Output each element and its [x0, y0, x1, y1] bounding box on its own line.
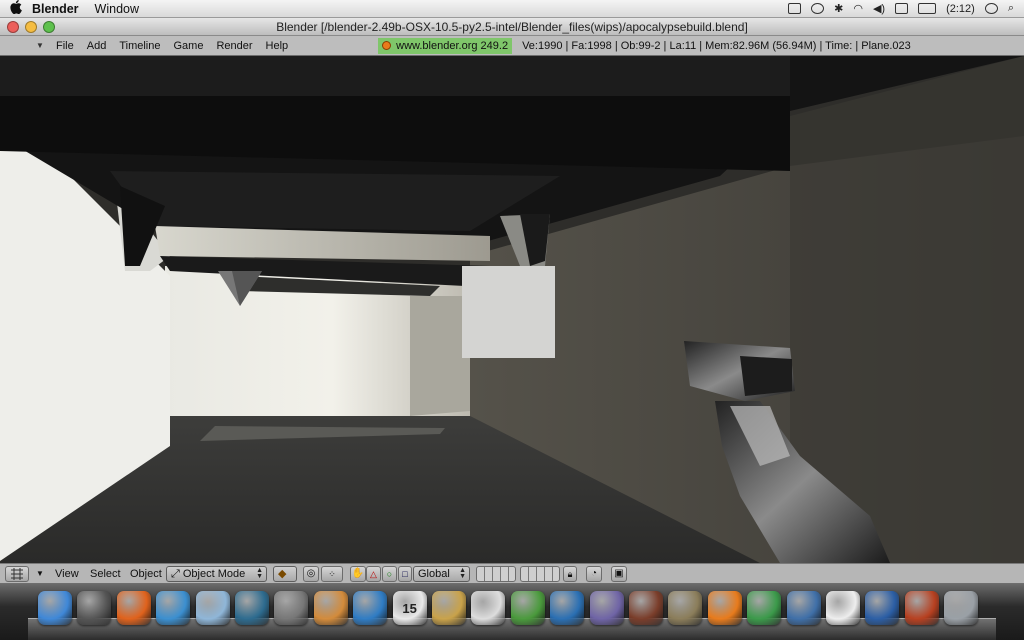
select-arrows-icon: ▲ ▼ — [256, 567, 263, 580]
menu-add[interactable]: Add — [87, 40, 107, 52]
draw-type-icon: ◆ — [278, 568, 287, 580]
mode-icon: ⤢ — [171, 568, 180, 580]
header-collapse-icon[interactable]: ▼ — [36, 566, 44, 582]
scale-manipulator-button[interactable]: □ — [398, 566, 412, 582]
layer-dots-button[interactable]: ⁘ — [321, 566, 343, 582]
dock-icon-itunes[interactable] — [156, 591, 191, 625]
menu-render[interactable]: Render — [216, 40, 252, 52]
clock-icon[interactable] — [984, 3, 998, 14]
translate-manipulator-button[interactable]: △ — [366, 566, 381, 582]
app-menu-blender[interactable]: Blender — [32, 2, 79, 16]
3d-viewport[interactable] — [0, 56, 1024, 563]
grid-editor-icon — [11, 568, 23, 580]
menu-view[interactable]: View — [55, 566, 79, 582]
time-machine-icon[interactable] — [811, 3, 825, 14]
render-button[interactable]: ▣ — [611, 566, 627, 582]
dock-icon-photo[interactable] — [510, 591, 545, 625]
bluetooth-icon[interactable]: ✱ — [834, 2, 843, 15]
spotlight-icon[interactable]: ⌕ — [1008, 2, 1014, 15]
window-titlebar: Blender [/blender-2.49b-OSX-10.5-py2.5-i… — [0, 18, 1024, 36]
dock-icon-dashboard[interactable] — [77, 591, 112, 625]
window-title: Blender [/blender-2.49b-OSX-10.5-py2.5-i… — [276, 20, 748, 34]
dock-icon-cube-app[interactable] — [904, 591, 939, 625]
dock-icon-quicktime[interactable] — [550, 591, 585, 625]
input-menu-icon[interactable] — [895, 3, 909, 14]
blender-url-text: www.blender.org 249.2 — [396, 39, 509, 52]
draw-type-select[interactable]: ◆ — [273, 566, 297, 582]
dock-icon-mail[interactable] — [195, 591, 230, 625]
dock-icon-imovie[interactable] — [432, 591, 466, 625]
spaces-icon[interactable] — [788, 3, 802, 14]
mac-menubar: Blender Window ✱ ◠ ◀) (2:12) ⌕ — [0, 0, 1024, 18]
menu-timeline[interactable]: Timeline — [119, 40, 160, 52]
dock-icon-virtualbox[interactable] — [865, 591, 900, 625]
dock-icon-system-preferences[interactable] — [274, 591, 309, 625]
battery-icon[interactable] — [918, 3, 937, 14]
pivot-button[interactable]: ◎ — [303, 566, 319, 582]
apple-menu-icon[interactable] — [0, 0, 32, 17]
wifi-icon[interactable]: ◠ — [853, 2, 863, 15]
dock-icon-blender[interactable] — [707, 591, 742, 625]
dock-icon-finder[interactable] — [38, 591, 72, 625]
mode-select[interactable]: ⤢ Object Mode ▲ ▼ — [166, 566, 267, 582]
blender-info-header: ▼ File Add Timeline Game Render Help www… — [0, 36, 1024, 56]
clock-text[interactable]: (2:12) — [946, 3, 975, 15]
header-collapse-icon[interactable]: ▼ — [36, 41, 46, 50]
menu-help[interactable]: Help — [266, 40, 289, 52]
scene-stats: Ve:1990 | Fa:1998 | Ob:99-2 | La:11 | Me… — [522, 39, 911, 52]
menu-object[interactable]: Object — [130, 566, 162, 582]
volume-icon[interactable]: ◀) — [873, 2, 885, 15]
render-preview-button[interactable]: ◔ — [586, 566, 602, 582]
dock-icon-sheep[interactable] — [471, 591, 506, 625]
menu-select[interactable]: Select — [90, 566, 121, 582]
select-arrows-icon: ▲ ▼ — [459, 567, 466, 580]
layers-grid-a[interactable] — [476, 566, 516, 582]
orientation-select[interactable]: Global ▲ ▼ — [413, 566, 470, 582]
dock-icon-safari[interactable] — [353, 591, 388, 625]
mode-value: Object Mode — [182, 568, 246, 580]
menu-file[interactable]: File — [56, 40, 74, 52]
manipulator-hand-button[interactable]: ✋ — [350, 566, 366, 582]
dock-icon-ical[interactable]: 15 — [392, 591, 427, 625]
dock-icon-the-sims[interactable] — [747, 591, 782, 625]
3d-view-header: ▼ View Select Object ⤢ Object Mode ▲ ▼ ◆ … — [0, 563, 1024, 584]
dock-icon-automator[interactable] — [589, 591, 624, 625]
layers-grid-b[interactable] — [520, 566, 560, 582]
dock-icon-keynote[interactable] — [313, 591, 348, 625]
dock-icon-trash[interactable] — [944, 591, 979, 625]
dock-icon-gimp[interactable] — [668, 591, 703, 625]
editor-type-button[interactable] — [5, 566, 29, 582]
blender-logo-icon — [382, 40, 392, 50]
orientation-value: Global — [418, 568, 450, 580]
menu-game[interactable]: Game — [173, 40, 203, 52]
dock-icon-firefox[interactable] — [116, 591, 151, 625]
lock-layers-button[interactable]: 🔒︎ — [563, 566, 577, 582]
dock-icon-python[interactable] — [786, 591, 821, 625]
menu-window[interactable]: Window — [95, 2, 139, 16]
dock-icon-preview[interactable] — [826, 591, 860, 625]
blender-url-badge[interactable]: www.blender.org 249.2 — [378, 37, 513, 54]
viewport-render — [0, 56, 1024, 563]
mac-dock: 15 — [0, 584, 1024, 640]
rotate-manipulator-button[interactable]: ○ — [382, 566, 397, 582]
dock-icon-game[interactable] — [629, 591, 663, 625]
dock-icon-time-machine[interactable] — [235, 591, 269, 625]
